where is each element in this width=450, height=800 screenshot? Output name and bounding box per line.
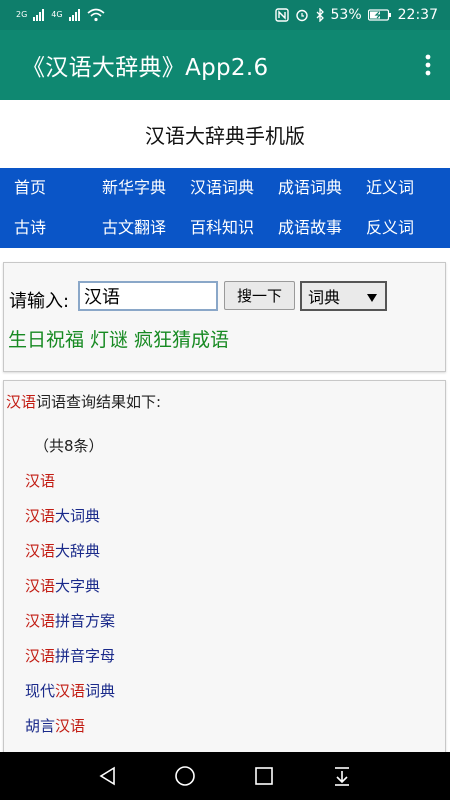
notification-pull-icon[interactable] <box>330 764 354 788</box>
signal-icon <box>33 9 45 21</box>
result-item[interactable]: 汉语大辞典 <box>25 540 100 561</box>
nav-synonyms[interactable]: 近义词 <box>366 168 414 208</box>
alarm-icon <box>295 9 308 22</box>
result-item[interactable]: 现代汉语词典 <box>25 680 115 701</box>
clock-time: 22:37 <box>397 7 438 23</box>
quick-links: 生日祝福 灯谜 疯狂猜成语 <box>8 325 229 352</box>
signal-label-2g: 2G <box>16 10 28 19</box>
search-input[interactable] <box>78 281 218 311</box>
status-right: 53% 22:37 <box>274 7 438 23</box>
link-birthday-wishes[interactable]: 生日祝福 <box>8 325 84 352</box>
nfc-icon <box>274 8 289 22</box>
result-item[interactable]: 汉语拼音字母 <box>25 645 115 666</box>
dropdown-arrow-icon <box>367 287 377 306</box>
nav-ancient-poems[interactable]: 古诗 <box>14 208 46 248</box>
system-nav-bar <box>0 752 450 800</box>
battery-percent: 53% <box>330 7 362 23</box>
search-label: 请输入: <box>9 291 70 312</box>
status-bar: 2G 4G 53% 22:37 <box>0 0 450 30</box>
wifi-icon <box>87 8 105 22</box>
result-item[interactable]: 汉语拼音方案 <box>25 610 115 631</box>
home-icon[interactable] <box>173 764 197 788</box>
result-item[interactable]: 汉语大词典 <box>25 505 100 526</box>
results-count: （共8条） <box>34 437 104 455</box>
nav-chinese-dictionary[interactable]: 汉语词典 <box>190 168 254 208</box>
battery-icon <box>367 9 391 21</box>
results-heading-text: 词语查询结果如下: <box>36 393 162 411</box>
result-item[interactable]: 汉语 <box>25 470 55 491</box>
app-title: 《汉语大辞典》App2.6 <box>22 55 269 81</box>
nav-xinhua-dictionary[interactable]: 新华字典 <box>102 168 166 208</box>
search-panel: 请输入: 搜一下 词典 生日祝福 灯谜 疯狂猜成语 <box>3 262 446 372</box>
results-panel: 汉语词语查询结果如下: （共8条） 汉语 汉语大词典 汉语大辞典 汉语大字典 汉… <box>3 380 446 760</box>
signal-icon <box>68 9 80 21</box>
site-title: 汉语大辞典手机版 <box>145 123 305 148</box>
link-idiom-guessing[interactable]: 疯狂猜成语 <box>134 325 229 352</box>
nav-classical-translation[interactable]: 古文翻译 <box>102 208 166 248</box>
select-value: 词典 <box>308 288 341 307</box>
back-icon[interactable] <box>96 764 120 788</box>
results-keyword: 汉语 <box>6 393 37 411</box>
nav-idiom-dictionary[interactable]: 成语词典 <box>278 168 342 208</box>
category-nav: 首页 新华字典 汉语词典 成语词典 近义词 古诗 古文翻译 百科知识 成语故事 … <box>0 168 450 248</box>
result-item[interactable]: 胡言汉语 <box>25 715 85 736</box>
result-item[interactable]: 汉语大字典 <box>25 575 100 596</box>
nav-home[interactable]: 首页 <box>14 168 46 208</box>
search-button[interactable]: 搜一下 <box>224 281 295 310</box>
link-lantern-riddles[interactable]: 灯谜 <box>90 325 128 352</box>
results-heading: 汉语词语查询结果如下: <box>6 391 161 412</box>
recents-icon[interactable] <box>252 764 276 788</box>
app-bar: 《汉语大辞典》App2.6 <box>0 30 450 100</box>
nav-encyclopedia[interactable]: 百科知识 <box>190 208 254 248</box>
overflow-menu-icon[interactable] <box>420 50 436 80</box>
dictionary-type-select[interactable]: 词典 <box>300 281 387 311</box>
status-left: 2G 4G <box>16 8 105 22</box>
signal-label-4g: 4G <box>51 10 63 19</box>
bluetooth-icon <box>316 8 324 22</box>
nav-idiom-stories[interactable]: 成语故事 <box>278 208 342 248</box>
nav-antonyms[interactable]: 反义词 <box>366 208 414 248</box>
